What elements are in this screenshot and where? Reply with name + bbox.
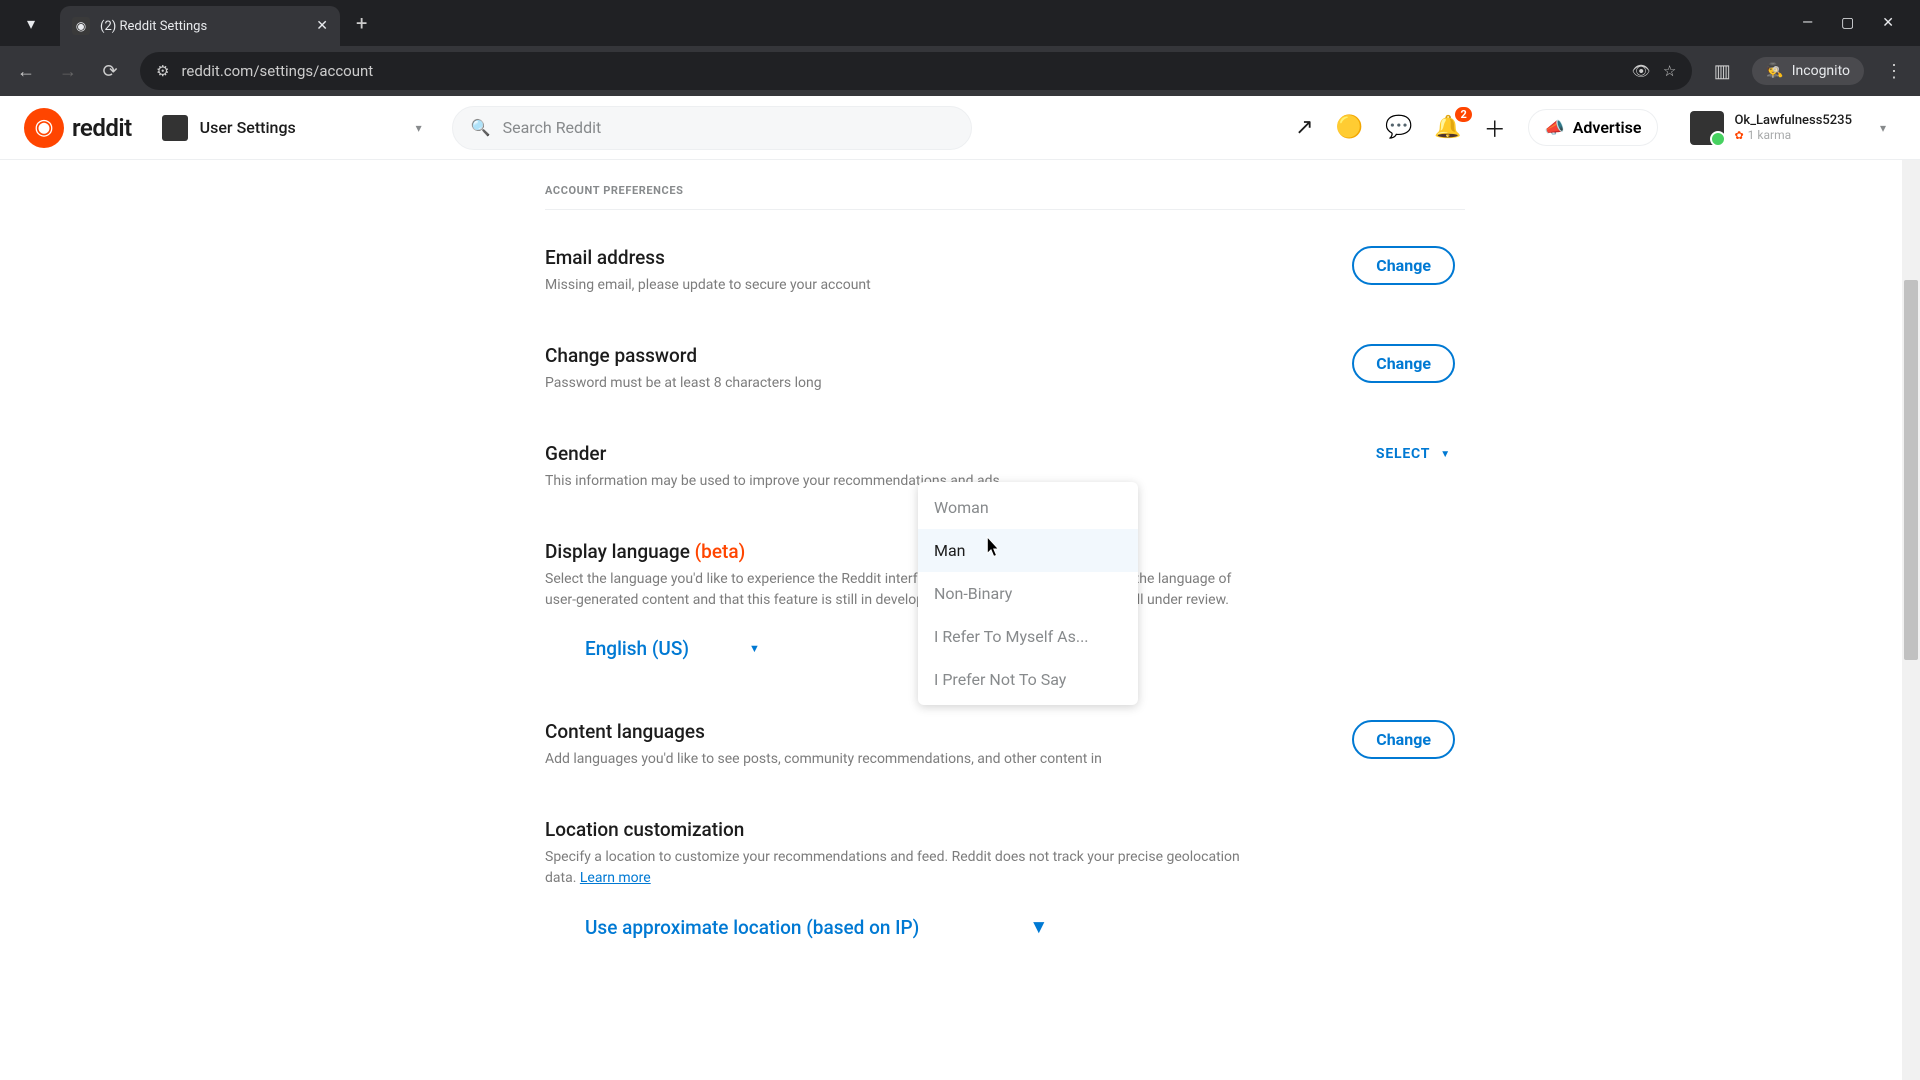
advertise-button[interactable]: 📣 Advertise	[1528, 109, 1659, 146]
back-button[interactable]: ←	[14, 61, 38, 82]
megaphone-icon: 📣	[1545, 118, 1565, 137]
new-tab-button[interactable]: +	[348, 7, 375, 39]
scrollbar-thumb[interactable]	[1904, 280, 1918, 660]
karma-icon: ✿	[1734, 129, 1743, 142]
advertise-label: Advertise	[1573, 118, 1642, 137]
user-avatar	[1690, 111, 1724, 145]
gender-option-prefernot[interactable]: I Prefer Not To Say	[918, 658, 1138, 701]
reddit-header: ◉ reddit User Settings ▾ 🔍 Search Reddit…	[0, 96, 1920, 160]
close-tab-icon[interactable]: ✕	[316, 18, 328, 34]
nav-dropdown[interactable]: User Settings ▾	[152, 109, 432, 147]
change-email-button[interactable]: Change	[1352, 246, 1455, 285]
user-info: Ok_Lawfulness5235 ✿ 1 karma	[1734, 113, 1852, 142]
chat-icon[interactable]: 💬	[1385, 115, 1412, 140]
coin-icon[interactable]: 🟡	[1336, 115, 1363, 140]
caret-down-icon: ▼	[1440, 449, 1451, 460]
incognito-icon: 🕵	[1766, 63, 1783, 79]
change-password-button[interactable]: Change	[1352, 344, 1455, 383]
search-placeholder: Search Reddit	[503, 118, 602, 137]
gender-option-man[interactable]: Man	[918, 529, 1138, 572]
page-content: ◉ reddit User Settings ▾ 🔍 Search Reddit…	[0, 96, 1920, 1080]
display-lang-value: English (US)	[585, 637, 689, 660]
karma-text: 1 karma	[1748, 128, 1791, 142]
password-title: Change password	[545, 344, 1352, 367]
tab-title: (2) Reddit Settings	[100, 19, 306, 34]
location-desc: Specify a location to customize your rec…	[545, 847, 1265, 889]
caret-down-icon: ▼	[1029, 915, 1048, 939]
gender-option-woman[interactable]: Woman	[918, 486, 1138, 529]
content-lang-desc: Add languages you'd like to see posts, c…	[545, 749, 1265, 770]
location-title: Location customization	[545, 818, 1265, 841]
scrollbar-track[interactable]	[1902, 160, 1920, 1080]
caret-down-icon: ▼	[749, 642, 760, 655]
address-bar[interactable]: ⚙ reddit.com/settings/account 👁 ☆	[140, 52, 1692, 90]
header-actions: ↗ 🟡 💬 🔔 2 ＋ 📣 Advertise Ok_Lawfulness523…	[1295, 107, 1896, 149]
create-post-icon[interactable]: ＋	[1484, 112, 1506, 144]
incognito-eye-icon[interactable]: 👁	[1632, 62, 1651, 80]
gender-option-selfdescribe[interactable]: I Refer To Myself As...	[918, 615, 1138, 658]
nav-dropdown-label: User Settings	[200, 118, 296, 137]
bookmark-star-icon[interactable]: ☆	[1663, 62, 1676, 80]
setting-location: Location customization Specify a locatio…	[545, 818, 1455, 939]
location-dropdown[interactable]: Use approximate location (based on IP) ▼	[585, 915, 1048, 939]
minimize-icon[interactable]: —	[1802, 15, 1813, 31]
tab-strip: ▾ ◉ (2) Reddit Settings ✕ + — ▢ ✕	[0, 0, 1920, 46]
reddit-wordmark: reddit	[72, 114, 132, 142]
notification-badge: 2	[1455, 107, 1471, 122]
display-lang-desc: Select the language you'd like to experi…	[545, 569, 1265, 611]
content-lang-title: Content languages	[545, 720, 1352, 743]
email-title: Email address	[545, 246, 1352, 269]
browser-chrome: ▾ ◉ (2) Reddit Settings ✕ + — ▢ ✕ ← → ⟳ …	[0, 0, 1920, 96]
tab-search-icon[interactable]: ▾	[10, 7, 52, 39]
email-desc: Missing email, please update to secure y…	[545, 275, 1265, 296]
password-desc: Password must be at least 8 characters l…	[545, 373, 1265, 394]
location-value: Use approximate location (based on IP)	[585, 916, 919, 939]
popular-icon[interactable]: ↗	[1295, 115, 1313, 140]
browser-toolbar: ← → ⟳ ⚙ reddit.com/settings/account 👁 ☆ …	[0, 46, 1920, 96]
close-window-icon[interactable]: ✕	[1882, 15, 1894, 31]
setting-content-languages: Content languages Add languages you'd li…	[545, 720, 1455, 770]
chevron-down-icon: ▾	[1880, 121, 1886, 135]
incognito-indicator[interactable]: 🕵 Incognito	[1752, 57, 1864, 85]
setting-email: Email address Missing email, please upda…	[545, 246, 1455, 296]
setting-password: Change password Password must be at leas…	[545, 344, 1455, 394]
user-menu[interactable]: Ok_Lawfulness5235 ✿ 1 karma ▾	[1680, 107, 1896, 149]
browser-tab[interactable]: ◉ (2) Reddit Settings ✕	[60, 6, 340, 46]
browser-menu-icon[interactable]: ⋮	[1882, 61, 1906, 82]
display-lang-title-text: Display language	[545, 540, 690, 563]
side-panel-icon[interactable]: ▥	[1710, 61, 1734, 82]
gender-select-label: SELECT	[1376, 446, 1430, 462]
gender-title: Gender	[545, 442, 1372, 465]
display-language-dropdown[interactable]: English (US) ▼	[585, 637, 760, 660]
snoo-icon: ◉	[24, 108, 64, 148]
reddit-logo[interactable]: ◉ reddit	[24, 108, 132, 148]
gender-select-button[interactable]: SELECT ▼	[1372, 442, 1455, 466]
reddit-favicon: ◉	[72, 17, 90, 35]
site-settings-icon[interactable]: ⚙	[156, 62, 169, 80]
url-text: reddit.com/settings/account	[181, 62, 1619, 80]
username: Ok_Lawfulness5235	[1734, 113, 1852, 128]
display-lang-title: Display language (beta)	[545, 540, 1265, 563]
gender-dropdown-menu: Woman Man Non-Binary I Refer To Myself A…	[918, 482, 1138, 705]
section-label: ACCOUNT PREFERENCES	[545, 160, 1465, 210]
incognito-label: Incognito	[1792, 63, 1850, 79]
chevron-down-icon: ▾	[416, 121, 422, 135]
window-controls: — ▢ ✕	[1802, 15, 1910, 31]
search-icon: 🔍	[471, 118, 491, 137]
maximize-icon[interactable]: ▢	[1841, 15, 1854, 31]
nav-avatar-icon	[162, 115, 188, 141]
change-content-lang-button[interactable]: Change	[1352, 720, 1455, 759]
settings-body: ACCOUNT PREFERENCES Email address Missin…	[0, 160, 1920, 1080]
notifications-icon[interactable]: 🔔 2	[1434, 115, 1461, 140]
gender-option-nonbinary[interactable]: Non-Binary	[918, 572, 1138, 615]
forward-button: →	[56, 61, 80, 82]
gender-desc: This information may be used to improve …	[545, 471, 1265, 492]
beta-label: (beta)	[695, 540, 746, 563]
learn-more-link[interactable]: Learn more	[580, 870, 651, 886]
reload-button[interactable]: ⟳	[98, 61, 122, 82]
search-input[interactable]: 🔍 Search Reddit	[452, 106, 972, 150]
